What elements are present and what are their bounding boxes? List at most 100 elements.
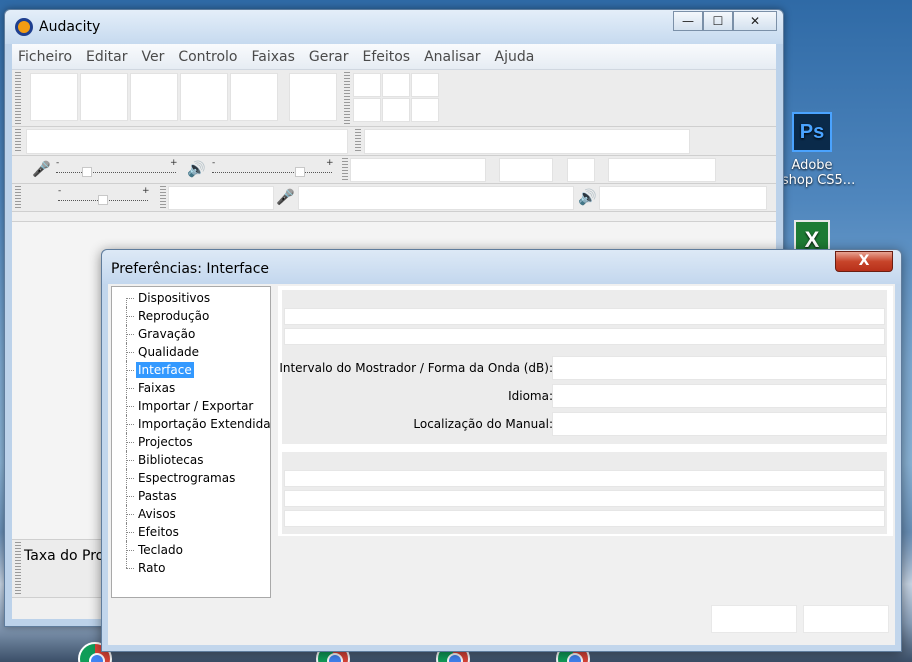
tree-item-importacao-extendida[interactable]: Importação Extendida xyxy=(112,415,271,433)
menu-controlo[interactable]: Controlo xyxy=(178,49,237,65)
playback-volume-track xyxy=(212,172,332,173)
record-meter[interactable] xyxy=(26,129,348,154)
menu-editar[interactable]: Editar xyxy=(86,49,127,65)
toolbar-grip[interactable] xyxy=(15,72,21,124)
tree-item-importar-exportar[interactable]: Importar / Exportar xyxy=(112,397,270,415)
audacity-logo-icon xyxy=(15,18,33,36)
photoshop-icon: Ps xyxy=(792,112,832,152)
tree-item-bibliotecas[interactable]: Bibliotecas xyxy=(112,451,270,469)
slider-min-label: - xyxy=(56,158,60,168)
toolbar-row-transport xyxy=(12,70,776,127)
selection-tool[interactable] xyxy=(353,73,381,97)
zoom-tool[interactable] xyxy=(353,98,381,122)
recording-device-select[interactable] xyxy=(298,186,574,210)
minimize-button[interactable]: — xyxy=(673,11,703,31)
preferences-client: Dispositivos Reprodução Gravação Qualida… xyxy=(108,284,895,645)
toolbar-grip[interactable] xyxy=(160,186,166,209)
toolbar-grip[interactable] xyxy=(342,158,348,181)
display-settings-form: Intervalo do Mostrador / Forma da Onda (… xyxy=(279,356,887,444)
microphone-icon: 🎤 xyxy=(32,160,51,178)
playback-volume-slider[interactable] xyxy=(295,167,305,177)
toolbar-row-device: - + 🎤 🔊 xyxy=(12,184,776,212)
record-volume-slider[interactable] xyxy=(82,167,92,177)
option-row[interactable] xyxy=(284,328,885,345)
playback-meter[interactable] xyxy=(364,129,690,154)
menu-gerar[interactable]: Gerar xyxy=(309,49,349,65)
menu-analisar[interactable]: Analisar xyxy=(424,49,480,65)
window-title: Audacity xyxy=(39,19,101,35)
close-button[interactable]: ✕ xyxy=(733,11,777,31)
tree-item-faixas[interactable]: Faixas xyxy=(112,379,270,397)
slider-max-label: + xyxy=(326,158,334,168)
toolbar-grip[interactable] xyxy=(15,186,21,209)
tree-item-gravacao[interactable]: Gravação xyxy=(112,325,270,343)
stop-button[interactable] xyxy=(130,73,178,121)
toolbar-grip[interactable] xyxy=(15,129,21,153)
option-row[interactable] xyxy=(284,490,885,507)
waveform-range-select[interactable] xyxy=(552,356,887,380)
skip-end-button[interactable] xyxy=(230,73,278,121)
audacity-titlebar[interactable]: Audacity — ☐ ✕ xyxy=(5,10,783,44)
menu-ficheiro[interactable]: Ficheiro xyxy=(18,49,72,65)
menu-ajuda[interactable]: Ajuda xyxy=(495,49,535,65)
toolbar-grip[interactable] xyxy=(355,129,361,153)
option-row[interactable] xyxy=(284,308,885,325)
language-label: Idioma: xyxy=(508,389,553,403)
play-speed-slider[interactable] xyxy=(98,195,108,205)
interface-settings-panel: Intervalo do Mostrador / Forma da Onda (… xyxy=(278,286,893,536)
playback-device-select[interactable] xyxy=(599,186,767,210)
toolbar-row-meters xyxy=(12,127,776,156)
tree-item-pastas[interactable]: Pastas xyxy=(112,487,270,505)
close-button[interactable]: X xyxy=(835,251,893,272)
form-row-language: Idioma: xyxy=(282,384,887,410)
language-select[interactable] xyxy=(552,384,887,408)
speaker-icon: 🔊 xyxy=(187,160,206,178)
tree-item-espectrogramas[interactable]: Espectrogramas xyxy=(112,469,270,487)
tree-item-reproducao[interactable]: Reprodução xyxy=(112,307,270,325)
timeshift-tool[interactable] xyxy=(382,98,410,122)
toolbar-row-mixer: 🎤 - + 🔊 - + xyxy=(12,156,776,184)
slider-min-label: - xyxy=(58,186,62,196)
menu-faixas[interactable]: Faixas xyxy=(252,49,295,65)
draw-tool[interactable] xyxy=(411,73,439,97)
menu-efeitos[interactable]: Efeitos xyxy=(362,49,410,65)
zoom-toolbar[interactable] xyxy=(499,158,553,182)
option-row[interactable] xyxy=(284,470,885,487)
tree-item-avisos[interactable]: Avisos xyxy=(112,505,270,523)
transcription-toolbar[interactable] xyxy=(608,158,716,182)
toolbar-grip[interactable] xyxy=(15,542,21,595)
tree-item-interface[interactable]: Interface xyxy=(112,361,270,379)
window-controls: — ☐ ✕ xyxy=(673,11,777,31)
menu-ver[interactable]: Ver xyxy=(141,49,164,65)
settings-group-bottom xyxy=(282,452,887,534)
preferences-dialog: Preferências: Interface X Dispositivos R… xyxy=(101,249,902,652)
form-row-range: Intervalo do Mostrador / Forma da Onda (… xyxy=(279,356,887,382)
slider-max-label: + xyxy=(170,158,178,168)
preferences-titlebar[interactable]: Preferências: Interface X xyxy=(102,250,901,284)
multi-tool[interactable] xyxy=(411,98,439,122)
sync-lock-button[interactable] xyxy=(567,158,595,182)
toolbar-grip[interactable] xyxy=(344,72,350,124)
host-select[interactable] xyxy=(168,186,274,210)
record-button[interactable] xyxy=(289,73,337,121)
envelope-tool[interactable] xyxy=(382,73,410,97)
tree-item-qualidade[interactable]: Qualidade xyxy=(112,343,270,361)
waveform-range-label: Intervalo do Mostrador / Forma da Onda (… xyxy=(279,361,553,375)
play-button[interactable] xyxy=(80,73,128,121)
tree-item-rato[interactable]: Rato xyxy=(112,559,270,577)
cancel-button[interactable] xyxy=(803,605,889,633)
slider-min-label: - xyxy=(212,158,216,168)
ok-button[interactable] xyxy=(711,605,797,633)
project-rate-label: Taxa do Pro xyxy=(24,548,105,564)
menubar: Ficheiro Editar Ver Controlo Faixas Gera… xyxy=(12,44,776,70)
tree-item-teclado[interactable]: Teclado xyxy=(112,541,270,559)
skip-start-button[interactable] xyxy=(180,73,228,121)
option-row[interactable] xyxy=(284,510,885,527)
tree-item-projectos[interactable]: Projectos xyxy=(112,433,270,451)
pause-button[interactable] xyxy=(30,73,78,121)
manual-location-select[interactable] xyxy=(552,412,887,436)
tree-item-efeitos[interactable]: Efeitos xyxy=(112,523,270,541)
tree-item-dispositivos[interactable]: Dispositivos xyxy=(112,289,270,307)
maximize-button[interactable]: ☐ xyxy=(703,11,733,31)
edit-toolbar[interactable] xyxy=(350,158,486,182)
